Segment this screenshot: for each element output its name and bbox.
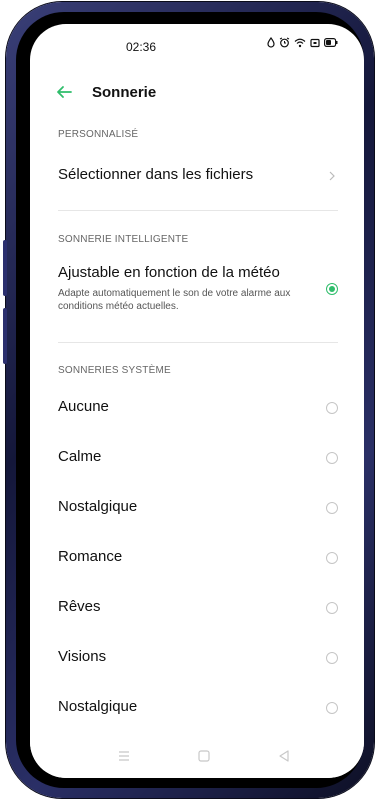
ringtone-label: Visions [58, 648, 107, 665]
wifi-icon [294, 38, 306, 47]
drop-icon [267, 37, 275, 48]
divider [58, 342, 338, 343]
status-bar: 02:36 [30, 24, 364, 64]
phone-frame: 02:36 Sonnerie PERSONNALISÉ Sélectionner… [3, 2, 374, 798]
ringtone-row[interactable]: Nostalgique [30, 490, 364, 526]
ringtone-label: Nostalgique [58, 698, 138, 715]
ringtone-radio[interactable] [326, 502, 338, 514]
weather-adjustable-label: Ajustable en fonction de la météo [58, 264, 280, 281]
volume-down-button[interactable] [3, 308, 7, 364]
notification-icon [310, 38, 320, 47]
weather-adjustable-radio[interactable] [326, 283, 338, 295]
ringtone-label: Romance [58, 548, 123, 565]
chevron-right-icon [329, 171, 335, 181]
home-icon[interactable] [196, 748, 212, 764]
page-title: Sonnerie [92, 84, 157, 101]
weather-adjustable-description: Adapte automatiquement le son de votre a… [58, 288, 291, 312]
ringtone-row[interactable]: Calme [30, 440, 364, 476]
ringtone-row[interactable]: Visions [30, 640, 364, 676]
ringtone-radio[interactable] [326, 652, 338, 664]
ringtone-radio[interactable] [326, 452, 338, 464]
ringtone-row[interactable]: Nostalgique [30, 690, 364, 726]
menu-icon[interactable] [116, 748, 132, 764]
back-triangle-icon[interactable] [276, 748, 292, 764]
ringtone-label: Nostalgique [58, 498, 138, 515]
section-header-system: SONNERIES SYSTÈME [58, 365, 171, 376]
ringtone-radio[interactable] [326, 602, 338, 614]
divider [58, 210, 338, 211]
ringtone-radio[interactable] [326, 402, 338, 414]
ringtone-row[interactable]: Romance [30, 540, 364, 576]
ringtone-label: Calme [58, 448, 102, 465]
volume-up-button[interactable] [3, 240, 7, 296]
status-icons [267, 37, 338, 48]
select-from-files-label: Sélectionner dans les fichiers [58, 166, 254, 183]
header-bar: Sonnerie [30, 76, 364, 112]
screen: 02:36 Sonnerie PERSONNALISÉ Sélectionner… [30, 24, 364, 778]
ringtone-radio[interactable] [326, 702, 338, 714]
ringtone-row[interactable]: Aucune [30, 390, 364, 426]
weather-adjustable-row[interactable]: Ajustable en fonction de la météo Adapte… [30, 258, 364, 326]
alarm-icon [279, 37, 290, 48]
section-header-smart: SONNERIE INTELLIGENTE [58, 234, 189, 245]
select-from-files-row[interactable]: Sélectionner dans les fichiers [30, 158, 364, 194]
status-time: 02:36 [126, 40, 157, 54]
ringtone-label: Aucune [58, 398, 109, 415]
system-navigation-bar [30, 736, 364, 778]
ringtone-label: Rêves [58, 598, 101, 615]
ringtone-radio[interactable] [326, 552, 338, 564]
arrow-left-icon[interactable] [52, 80, 76, 104]
battery-icon [324, 38, 338, 47]
section-header-custom: PERSONNALISÉ [58, 129, 139, 140]
ringtone-row[interactable]: Rêves [30, 590, 364, 626]
